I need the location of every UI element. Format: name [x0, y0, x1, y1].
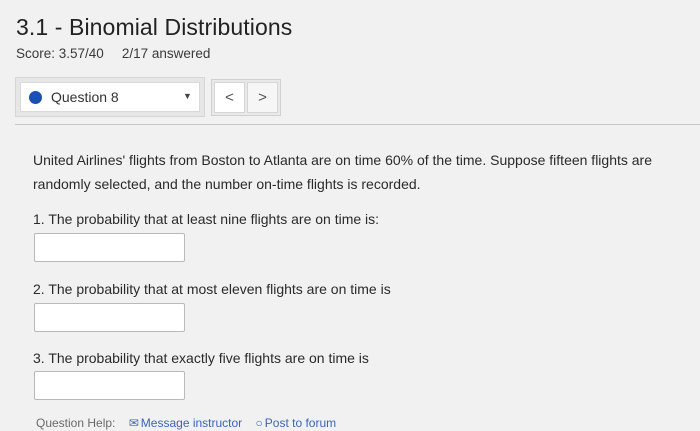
score-summary: Score: 3.57/40 2/17 answered: [16, 46, 210, 61]
item-3-answer-input[interactable]: [34, 371, 185, 400]
post-to-forum-label: Post to forum: [264, 416, 337, 430]
question-select[interactable]: Question 8 ▼: [20, 82, 200, 112]
envelope-icon: ✉: [128, 416, 139, 430]
caret-down-icon: ▼: [183, 91, 192, 101]
answered-count: 2/17 answered: [121, 46, 211, 61]
item-3-label: 3. The probability that exactly five fli…: [33, 350, 369, 366]
previous-question-button[interactable]: <: [214, 82, 245, 113]
question-status-dot-icon: [29, 91, 42, 104]
question-help-bar: Question Help: ✉ Message instructor ○ Post…: [36, 416, 336, 430]
page-title: 3.1 - Binomial Distributions: [16, 14, 293, 40]
post-to-forum-link[interactable]: ○ Post to forum: [256, 416, 337, 430]
question-help-label: Question Help:: [36, 416, 116, 430]
message-instructor-label: Message instructor: [140, 416, 243, 430]
item-2-label: 2. The probability that at most eleven f…: [33, 281, 391, 297]
question-select-label: Question 8: [51, 89, 119, 105]
divider: [15, 124, 700, 125]
question-selector-container: Question 8 ▼: [15, 77, 205, 117]
speech-bubble-icon: ○: [255, 416, 263, 430]
item-1-answer-input[interactable]: [34, 233, 185, 262]
score-text: Score: 3.57/40: [16, 46, 104, 61]
item-1-label: 1. The probability that at least nine fl…: [33, 211, 380, 227]
message-instructor-link[interactable]: ✉ Message instructor: [129, 416, 242, 430]
next-question-button[interactable]: >: [247, 82, 278, 113]
question-prompt: United Airlines' flights from Boston to …: [33, 152, 653, 192]
item-2-answer-input[interactable]: [34, 303, 185, 332]
question-nav-buttons: < >: [211, 79, 281, 116]
